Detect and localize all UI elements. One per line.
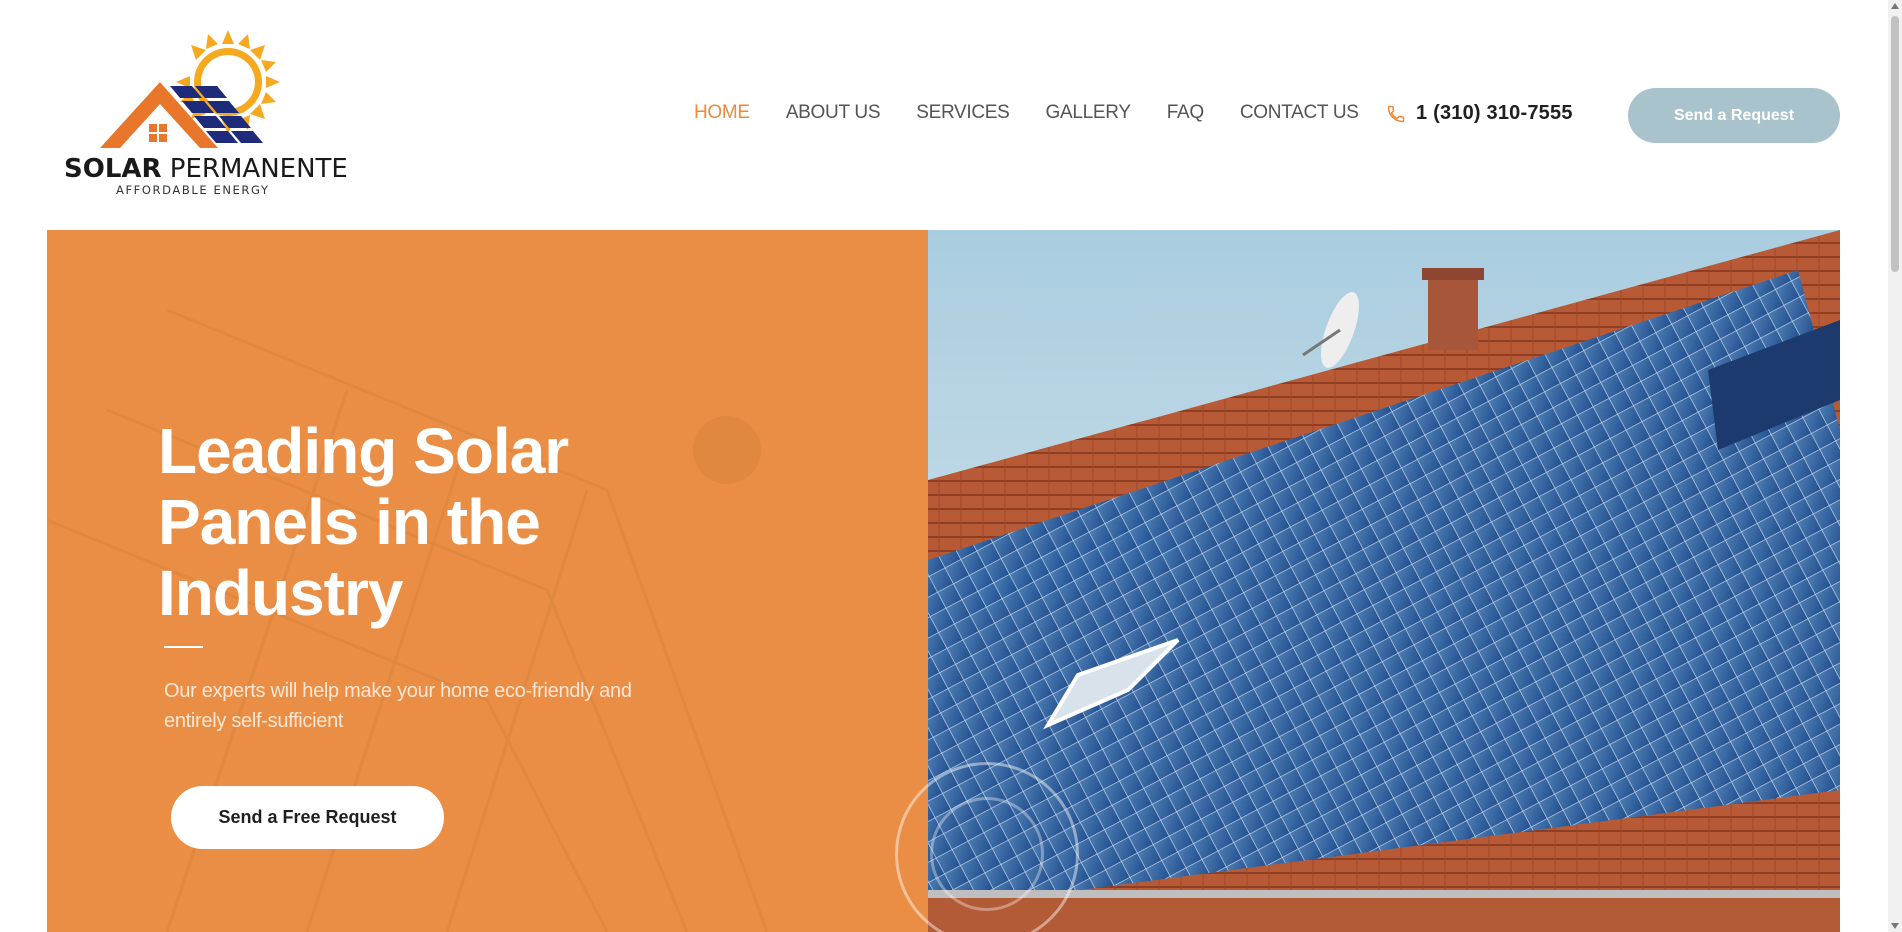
main-nav: HOME ABOUT US SERVICES GALLERY FAQ CONTA…	[694, 102, 1395, 124]
nav-home[interactable]: HOME	[694, 102, 750, 124]
nav-services[interactable]: SERVICES	[916, 102, 1010, 124]
hero-banner: Leading Solar Panels in the Industry Our…	[47, 230, 1840, 932]
hero-subtitle: Our experts will help make your home eco…	[164, 680, 632, 732]
play-video-button[interactable]	[895, 762, 1079, 932]
logo-wordmark: SOLAR PERMANENTE	[64, 154, 348, 184]
site-header: SOLAR PERMANENTE AFFORDABLE ENERGY HOME …	[0, 0, 1888, 230]
nav-faq[interactable]: FAQ	[1167, 102, 1204, 124]
hero-divider	[164, 646, 203, 648]
scroll-up-icon[interactable]	[1891, 3, 1899, 9]
nav-about-us[interactable]: ABOUT US	[786, 102, 881, 124]
logo[interactable]: SOLAR PERMANENTE AFFORDABLE ENERGY	[62, 24, 348, 200]
hero-text-panel: Leading Solar Panels in the Industry Our…	[47, 230, 928, 932]
page-scrollbar[interactable]	[1888, 0, 1902, 932]
nav-contact-us[interactable]: CONTACT US	[1240, 102, 1359, 124]
play-ring-inner-icon	[930, 797, 1044, 911]
phone-link[interactable]: 1 (310) 310-7555	[1386, 102, 1573, 125]
send-request-button[interactable]: Send a Request	[1628, 88, 1840, 143]
nav-gallery[interactable]: GALLERY	[1046, 102, 1132, 124]
hero-title: Leading Solar Panels in the Industry	[158, 415, 569, 629]
logo-mark-icon	[100, 30, 280, 148]
logo-tagline: AFFORDABLE ENERGY	[116, 183, 270, 197]
send-free-request-button[interactable]: Send a Free Request	[171, 786, 444, 849]
scroll-thumb[interactable]	[1891, 16, 1899, 272]
phone-icon	[1387, 105, 1405, 122]
scroll-down-icon[interactable]	[1891, 923, 1899, 929]
phone-number: 1 (310) 310-7555	[1416, 102, 1573, 124]
